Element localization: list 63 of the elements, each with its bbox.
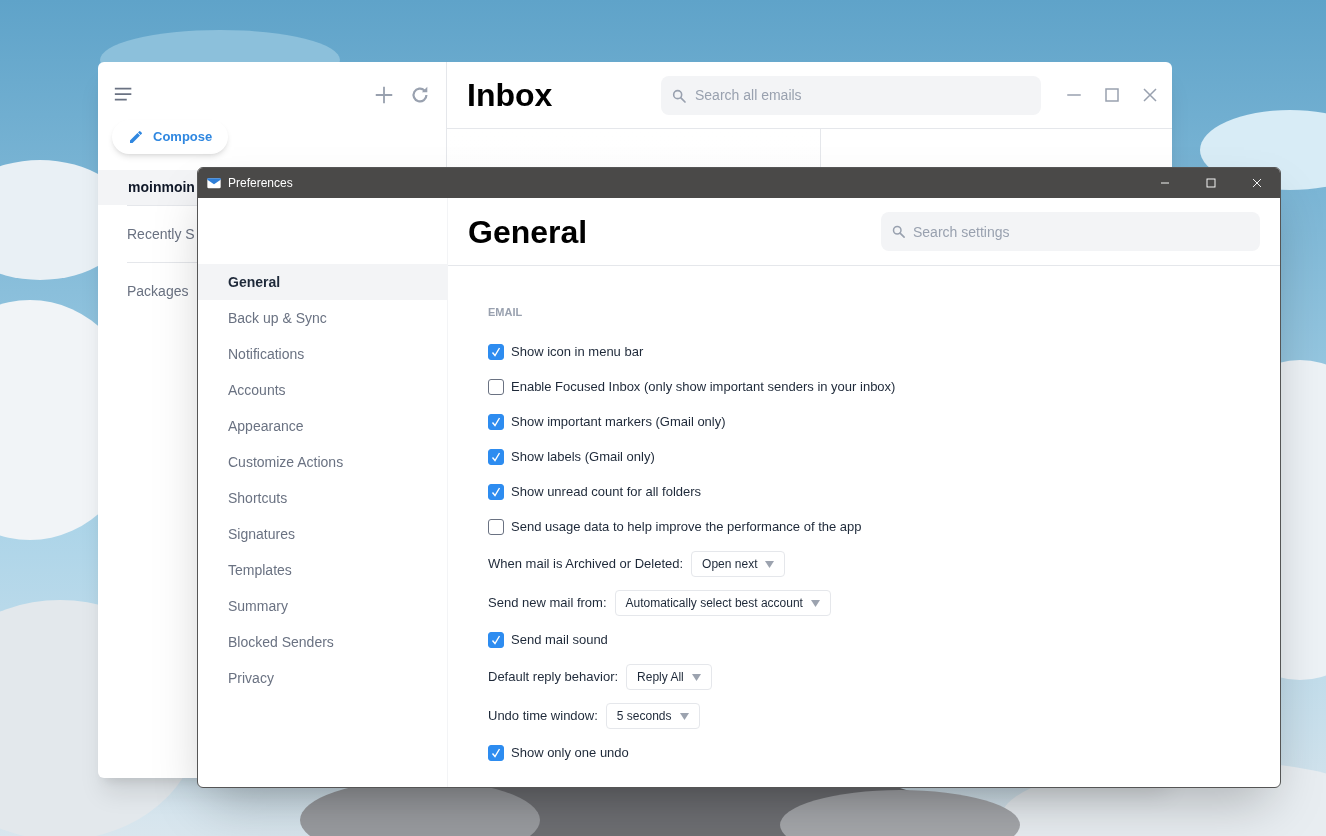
nav-item[interactable]: Appearance <box>198 408 447 444</box>
nav-item[interactable]: Customize Actions <box>198 444 447 480</box>
checkbox[interactable] <box>488 414 504 430</box>
search-field[interactable]: Search settings <box>881 212 1260 251</box>
plus-icon[interactable] <box>373 84 395 106</box>
checkmark-icon <box>490 747 502 759</box>
checkbox-label: Show unread count for all folders <box>511 483 702 502</box>
search-icon <box>671 87 687 104</box>
checkbox-label: Enable Focused Inbox (only show important senders in your inbox) <box>511 378 896 397</box>
setting-label: When mail is Archived or Deleted: <box>488 555 684 574</box>
account-name[interactable]: moinmoin <box>128 177 195 198</box>
caret-icon <box>765 560 775 568</box>
checkbox-label: Show icon in menu bar <box>511 343 644 362</box>
checkbox[interactable] <box>488 632 504 648</box>
caret-icon <box>679 712 689 720</box>
nav-item[interactable]: Accounts <box>198 372 447 408</box>
nav-item[interactable]: Signatures <box>198 516 447 552</box>
checkmark-icon <box>490 486 502 498</box>
nav-item[interactable]: Templates <box>198 552 447 588</box>
nav-item[interactable]: Shortcuts <box>198 480 447 516</box>
checkbox[interactable] <box>488 449 504 465</box>
setting-label: Send new mail from: <box>488 594 607 613</box>
checkbox-label: Send usage data to help improve the performance of the app <box>511 518 862 537</box>
section-label: EMAIL <box>488 305 524 320</box>
search-icon <box>891 224 906 239</box>
mail-app-icon <box>206 175 222 191</box>
inbox-title: Inbox <box>467 76 554 115</box>
checkbox[interactable] <box>488 519 504 535</box>
checkbox[interactable] <box>488 745 504 761</box>
compose-button[interactable]: Compose <box>112 120 229 154</box>
page-heading: General <box>468 212 588 252</box>
caret-icon <box>691 673 701 681</box>
dropdown[interactable]: Open next <box>691 551 786 577</box>
maximize-icon[interactable] <box>1103 86 1121 104</box>
dropdown[interactable]: 5 seconds <box>605 703 700 729</box>
checkbox-label: Show labels (Gmail only) <box>511 448 655 467</box>
nav-item[interactable]: Privacy <box>198 660 447 696</box>
checkbox-label: Show only one undo <box>511 744 629 763</box>
checkbox-label: Send mail sound <box>511 631 608 650</box>
checkbox-label: Show important markers (Gmail only) <box>511 413 726 432</box>
dropdown[interactable]: Automatically select best account <box>614 590 831 616</box>
checkbox[interactable] <box>488 379 504 395</box>
setting-label: Default reply behavior: <box>488 668 619 687</box>
nav-item[interactable]: Back up & Sync <box>198 300 447 336</box>
pencil-icon <box>128 129 144 145</box>
nav-item[interactable]: Summary <box>198 588 447 624</box>
checkmark-icon <box>490 346 502 358</box>
nav-item[interactable]: Notifications <box>198 336 447 372</box>
dropdown[interactable]: Reply All <box>626 664 712 690</box>
checkmark-icon <box>490 451 502 463</box>
setting-label: Undo time window: <box>488 707 598 726</box>
nav-item[interactable]: Blocked Senders <box>198 624 447 660</box>
sidebar-item[interactable]: Packages <box>127 280 189 302</box>
caret-icon <box>810 599 820 607</box>
nav-item[interactable]: General <box>198 264 447 300</box>
window-title: Preferences <box>228 175 293 192</box>
checkbox[interactable] <box>488 344 504 360</box>
search-field[interactable]: Search all emails <box>661 75 1041 115</box>
checkbox[interactable] <box>488 484 504 500</box>
checkmark-icon <box>490 416 502 428</box>
maximize-icon[interactable] <box>1203 175 1219 191</box>
checkmark-icon <box>490 634 502 646</box>
sidebar-item[interactable]: Recently S <box>127 223 195 245</box>
